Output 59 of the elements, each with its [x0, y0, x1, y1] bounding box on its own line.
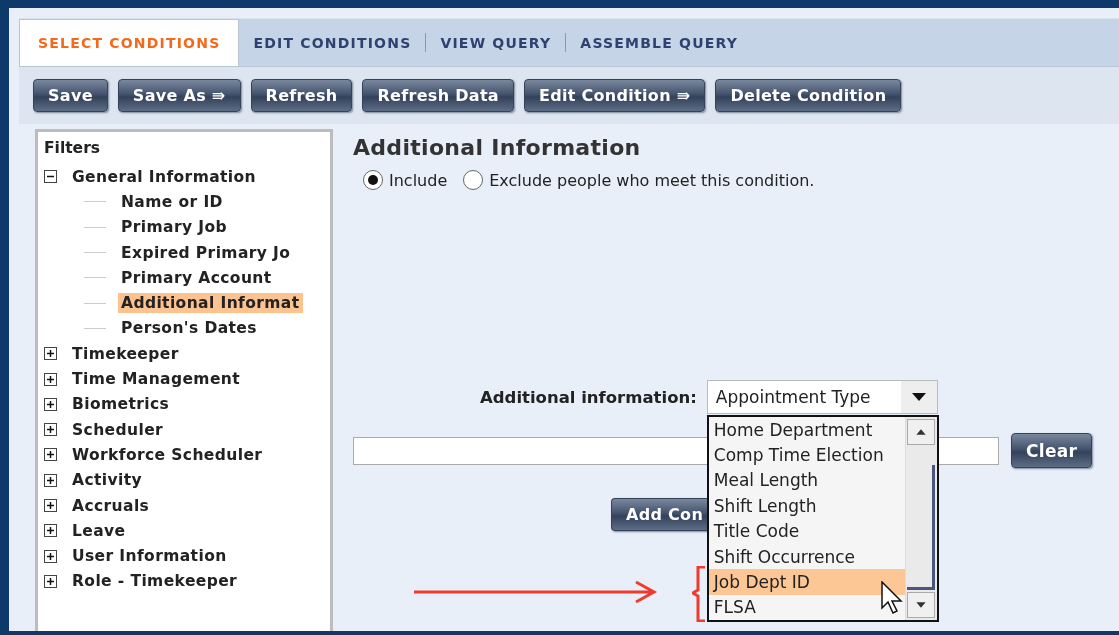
- dropdown-option[interactable]: Home Department: [708, 417, 905, 443]
- dropdown-option[interactable]: Title Code: [708, 518, 905, 544]
- panel-title: Filters: [44, 139, 100, 159]
- tree-item[interactable]: Time Management: [69, 369, 244, 389]
- caret-icon: [911, 393, 926, 401]
- section-title: Additional Information: [353, 135, 641, 160]
- expand-icon[interactable]: [44, 397, 57, 411]
- scroll-down-button[interactable]: [906, 592, 935, 618]
- tree-item[interactable]: Workforce Scheduler: [69, 444, 266, 465]
- tree-item[interactable]: Primary Job: [118, 217, 230, 238]
- scroll-up-button[interactable]: [906, 419, 935, 445]
- radio-button[interactable]: [463, 170, 484, 190]
- dropdown-option[interactable]: Meal Length: [708, 467, 905, 494]
- tree-item[interactable]: Name or ID: [118, 191, 226, 212]
- tree-item[interactable]: Additional Informat: [118, 293, 303, 314]
- tree-item[interactable]: Leave: [69, 520, 129, 541]
- dropdown-option[interactable]: Shift Occurrence: [708, 543, 905, 570]
- tree-item[interactable]: Scheduler: [69, 419, 167, 440]
- scrollbar[interactable]: [904, 417, 937, 620]
- toolbar-button[interactable]: Refresh: [250, 79, 353, 112]
- toolbar-button[interactable]: Save: [33, 79, 108, 112]
- clear-button[interactable]: Clear: [1011, 433, 1093, 468]
- collapse-icon[interactable]: [44, 170, 57, 184]
- toolbar-button[interactable]: Delete Condition: [715, 79, 902, 112]
- tree-item[interactable]: Biometrics: [69, 394, 173, 415]
- expand-icon[interactable]: [44, 473, 57, 487]
- tree-item[interactable]: Accruals: [69, 495, 153, 516]
- toolbar-button[interactable]: Refresh Data: [362, 79, 514, 112]
- expand-icon[interactable]: [44, 549, 57, 563]
- tab[interactable]: ASSEMBLE QUERY: [566, 19, 753, 66]
- expand-icon[interactable]: [44, 347, 57, 361]
- add-button[interactable]: Add Con: [611, 498, 708, 531]
- expand-icon[interactable]: [44, 524, 57, 538]
- expand-icon[interactable]: [44, 423, 57, 437]
- field-label: Additional information:: [480, 387, 697, 407]
- tree-item[interactable]: User Information: [69, 546, 230, 567]
- tree-item[interactable]: General Information: [69, 166, 260, 187]
- radio-button[interactable]: [363, 170, 383, 190]
- tree-item[interactable]: Activity: [69, 470, 146, 491]
- toolbar-button[interactable]: Save As ⇛: [117, 79, 241, 112]
- bracket-drawing: [691, 566, 706, 622]
- expand-icon[interactable]: [44, 574, 57, 588]
- tree-item[interactable]: Expired Primary Jo: [118, 242, 294, 263]
- radio-label: Exclude people who meet this condition.: [489, 170, 815, 190]
- dropdown-option[interactable]: Shift Length: [708, 493, 905, 519]
- tree-item[interactable]: Primary Account: [118, 267, 275, 288]
- dropdown-option[interactable]: Job Dept ID: [708, 569, 905, 595]
- radio-label: Include: [389, 170, 448, 190]
- expand-icon[interactable]: [44, 372, 57, 386]
- tree-item[interactable]: Person's Dates: [118, 318, 260, 339]
- cursor-icon: [880, 581, 905, 615]
- dropdown-option[interactable]: Comp Time Election: [708, 442, 905, 468]
- expand-icon[interactable]: [44, 499, 57, 512]
- tree-item[interactable]: Timekeeper: [69, 343, 182, 364]
- tab[interactable]: EDIT CONDITIONS: [239, 19, 426, 66]
- expand-icon[interactable]: [44, 448, 57, 462]
- toolbar-button[interactable]: Edit Condition ⇛: [523, 79, 706, 112]
- tab[interactable]: VIEW QUERY: [426, 19, 566, 66]
- tree-item[interactable]: Role - Timekeeper: [69, 571, 241, 592]
